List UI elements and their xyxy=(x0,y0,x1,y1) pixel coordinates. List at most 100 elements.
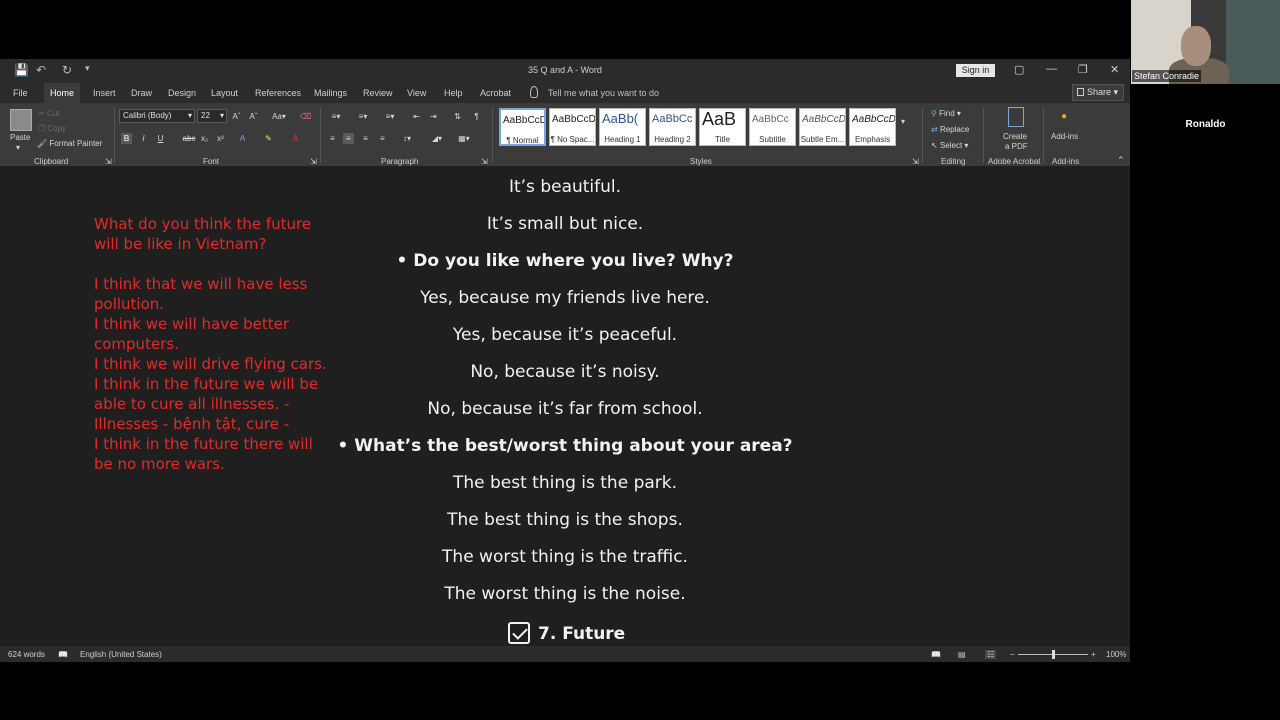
tab-file[interactable]: File xyxy=(13,88,28,98)
tab-home[interactable]: Home xyxy=(44,83,81,103)
strikethrough-icon[interactable]: abc xyxy=(182,133,196,144)
print-layout-icon[interactable]: ▤ xyxy=(958,650,966,659)
share-icon xyxy=(1077,88,1084,96)
read-mode-icon[interactable]: 📖 xyxy=(931,650,941,659)
style-subtitle[interactable]: AaBbCc Subtitle xyxy=(749,108,796,146)
change-case-icon[interactable]: Aa▾ xyxy=(270,111,288,122)
tab-layout[interactable]: Layout xyxy=(211,88,238,98)
zoom-out-icon[interactable]: − xyxy=(1010,650,1015,659)
style-heading-2[interactable]: AaBbCc Heading 2 xyxy=(649,108,696,146)
align-left-icon[interactable]: ≡ xyxy=(327,133,338,144)
grow-font-icon[interactable]: Aˆ xyxy=(231,111,242,122)
select-button[interactable]: ↖ Select ▾ xyxy=(931,141,968,150)
justify-icon[interactable]: ≡ xyxy=(377,133,388,144)
ribbon-display-options-icon[interactable]: ▢ xyxy=(1014,63,1024,76)
multilevel-list-icon[interactable]: ≡▾ xyxy=(381,111,399,122)
share-button[interactable]: Share ▾ xyxy=(1072,84,1124,101)
line-spacing-icon[interactable]: ↕▾ xyxy=(398,133,416,144)
tab-review[interactable]: Review xyxy=(363,88,393,98)
align-center-icon[interactable]: ≡ xyxy=(343,133,354,144)
group-divider xyxy=(1043,107,1044,163)
sign-in-button[interactable]: Sign in xyxy=(956,64,995,77)
highlight-color-icon[interactable]: ✎ xyxy=(263,133,274,144)
tab-insert[interactable]: Insert xyxy=(93,88,116,98)
font-size-field[interactable]: 22 ▾ xyxy=(197,109,227,123)
shading-icon[interactable]: ◢▾ xyxy=(428,133,446,144)
answer-line: No, because it’s noisy. xyxy=(470,362,660,382)
style-heading-1[interactable]: AaBb(Heading 1 xyxy=(599,108,646,146)
tab-mailings[interactable]: Mailings xyxy=(314,88,347,98)
document-canvas[interactable]: What do you think the future will be lik… xyxy=(0,166,1130,646)
styles-gallery: AaBbCcD ¶ Normal AaBbCcD ¶ No Spac... AaBb… xyxy=(497,108,897,148)
checkbox-icon xyxy=(508,622,530,644)
style-no-spacing[interactable]: AaBbCcD ¶ No Spac... xyxy=(549,108,596,146)
collapse-ribbon-icon[interactable]: ⌃ xyxy=(1117,155,1125,166)
answer-line: No, because it’s far from school. xyxy=(427,399,703,419)
language-indicator[interactable]: English (United States) xyxy=(80,650,162,659)
question-line: • What’s the best/worst thing about your… xyxy=(337,436,793,456)
answer-line: Yes, because it’s peaceful. xyxy=(452,325,678,345)
dialog-launcher-icon[interactable]: ⇲ xyxy=(105,157,112,166)
word-count[interactable]: 624 words xyxy=(8,650,45,659)
tab-references[interactable]: References xyxy=(255,88,301,98)
add-ins-button[interactable]: Add-ins xyxy=(1051,132,1078,141)
close-icon[interactable]: ✕ xyxy=(1110,63,1119,76)
text-effects-icon[interactable]: A xyxy=(237,133,248,144)
sort-icon[interactable]: ⇅ xyxy=(452,111,463,122)
bullets-icon[interactable]: ≡▾ xyxy=(327,111,345,122)
align-right-icon[interactable]: ≡ xyxy=(360,133,371,144)
superscript-icon[interactable]: x² xyxy=(215,133,226,144)
tell-me-search[interactable]: Tell me what you want to do xyxy=(548,88,659,98)
tab-view[interactable]: View xyxy=(407,88,426,98)
web-layout-icon[interactable]: ☷ xyxy=(985,650,997,659)
minimize-icon[interactable]: — xyxy=(1046,63,1057,75)
paste-dropdown-icon[interactable]: ▾ xyxy=(16,143,20,152)
tab-draw[interactable]: Draw xyxy=(131,88,152,98)
zoom-in-icon[interactable]: + xyxy=(1091,650,1096,659)
tab-help[interactable]: Help xyxy=(444,88,463,98)
dialog-launcher-icon[interactable]: ⇲ xyxy=(912,157,919,166)
increase-indent-icon[interactable]: ⇥ xyxy=(428,111,439,122)
create-pdf-button[interactable]: Create xyxy=(1003,132,1027,141)
underline-icon[interactable]: U xyxy=(155,133,166,144)
style-emphasis[interactable]: AaBbCcD Emphasis xyxy=(849,108,896,146)
shrink-font-icon[interactable]: Aˇ xyxy=(248,111,259,122)
presenter-name: Stefan Conradie xyxy=(1132,70,1202,82)
style-title[interactable]: AaB Title xyxy=(699,108,746,146)
maximize-icon[interactable]: ❐ xyxy=(1078,63,1088,76)
tab-acrobat[interactable]: Acrobat xyxy=(480,88,511,98)
zoom-level[interactable]: 100% xyxy=(1106,650,1126,659)
replace-button[interactable]: ⇄ Replace xyxy=(931,125,969,134)
group-divider xyxy=(320,107,321,163)
font-name-field[interactable]: Calibri (Body) ▾ xyxy=(119,109,195,123)
show-formatting-marks-icon[interactable]: ¶ xyxy=(471,111,482,122)
copy-button[interactable]: ❐ Copy xyxy=(38,124,66,133)
decrease-indent-icon[interactable]: ⇤ xyxy=(411,111,422,122)
question-line: • Do you like where you live? Why? xyxy=(396,251,734,271)
adobe-acrobat-group-label: Adobe Acrobat xyxy=(988,157,1041,166)
numbering-icon[interactable]: ≡▾ xyxy=(354,111,372,122)
format-painter-button[interactable]: 🖌 Format Painter xyxy=(37,139,102,148)
borders-icon[interactable]: ▦▾ xyxy=(455,133,473,144)
font-color-icon[interactable]: A xyxy=(290,133,301,144)
italic-icon[interactable]: I xyxy=(138,133,149,144)
styles-more-icon[interactable]: ▾ xyxy=(901,117,905,126)
style-normal[interactable]: AaBbCcD ¶ Normal xyxy=(499,108,546,146)
bold-icon[interactable]: B xyxy=(121,133,132,144)
cut-button[interactable]: ✂ Cut xyxy=(38,109,59,118)
find-button[interactable]: ⚲ Find ▾ xyxy=(931,109,961,118)
answer-line: It’s beautiful. xyxy=(508,177,622,197)
answer-line: It’s small but nice. xyxy=(486,214,644,234)
dialog-launcher-icon[interactable]: ⇲ xyxy=(481,157,488,166)
zoom-slider-thumb[interactable] xyxy=(1052,650,1055,659)
style-subtle-emphasis[interactable]: AaBbCcD Subtle Em... xyxy=(799,108,846,146)
tab-design[interactable]: Design xyxy=(168,88,196,98)
clear-formatting-icon[interactable]: ⌫ xyxy=(300,111,311,122)
note-line: be no more wars. xyxy=(94,455,225,473)
group-divider xyxy=(492,107,493,163)
paste-button[interactable]: Paste xyxy=(10,133,30,142)
dialog-launcher-icon[interactable]: ⇲ xyxy=(310,157,317,166)
proofing-icon[interactable]: 📖 xyxy=(58,650,68,659)
font-group-label: Font xyxy=(203,157,220,166)
subscript-icon[interactable]: x₂ xyxy=(199,133,210,144)
